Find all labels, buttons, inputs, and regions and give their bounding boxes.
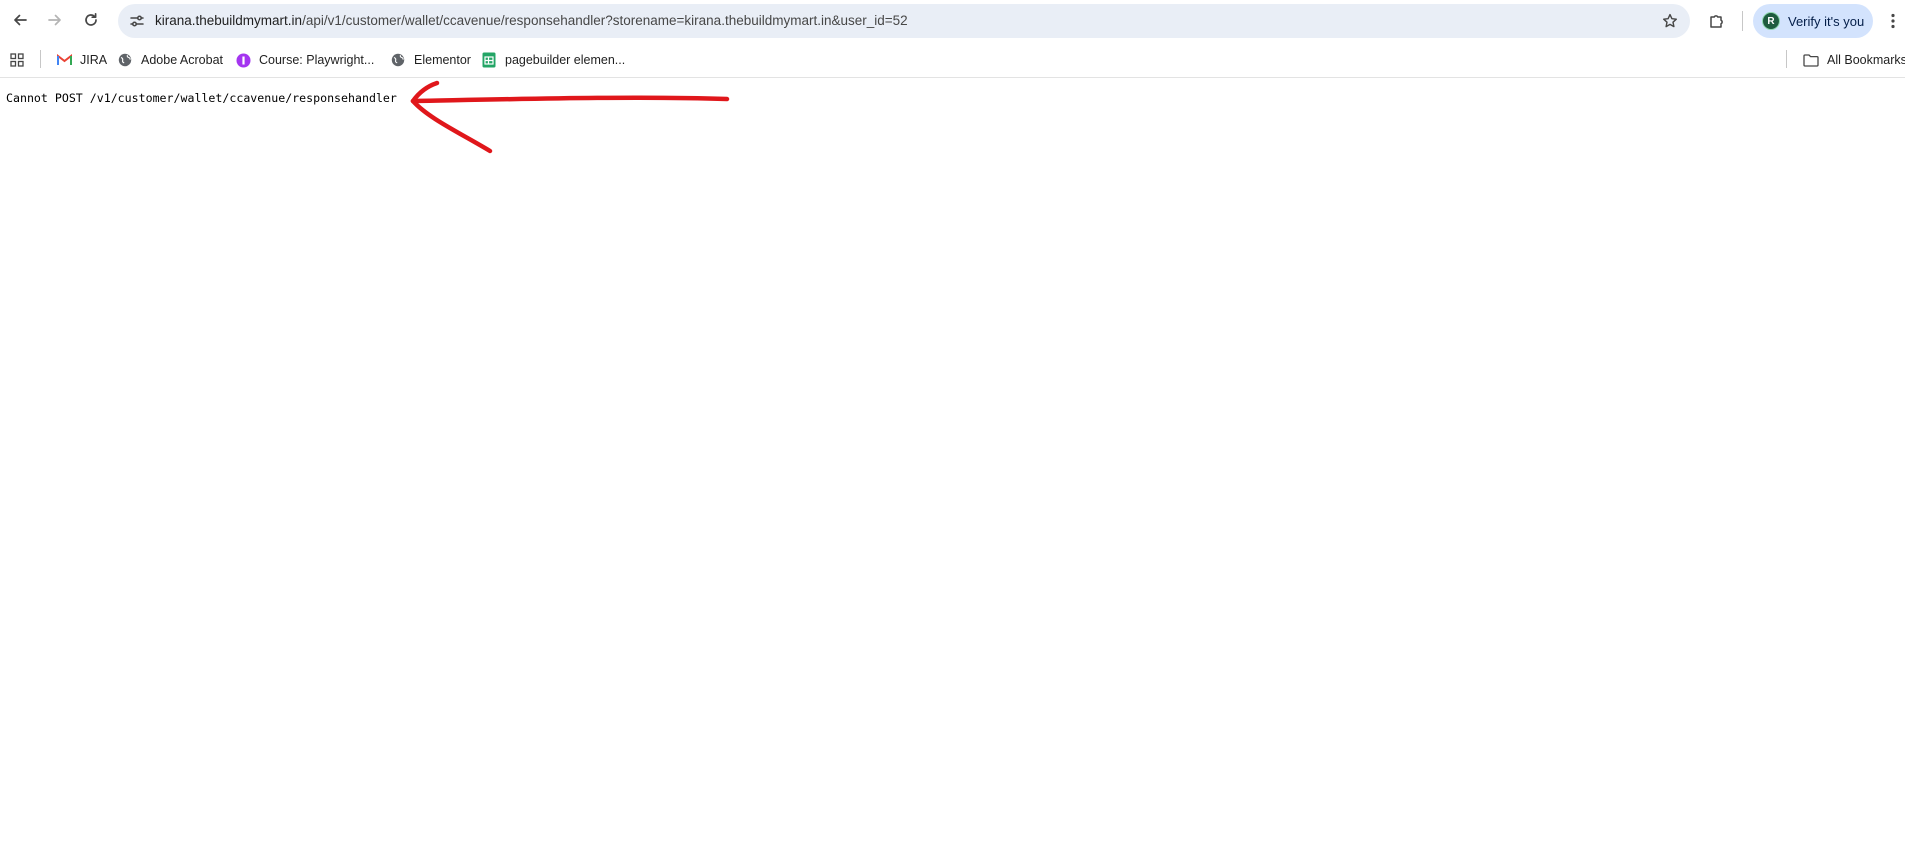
bookmark-adobe-acrobat[interactable]: Adobe Acrobat	[117, 48, 223, 72]
bookmarks-bar: JIRA Adobe Acrobat Course: Playwright...…	[0, 42, 1905, 78]
bookmark-label: Course: Playwright...	[259, 53, 375, 67]
address-bar[interactable]: kirana.thebuildmymart.in/api/v1/customer…	[118, 4, 1690, 38]
globe-icon	[390, 52, 406, 68]
bookmark-elementor[interactable]: Elementor	[390, 48, 471, 72]
reload-icon	[85, 12, 97, 26]
gmail-icon	[56, 52, 72, 68]
puzzle-icon	[1710, 15, 1723, 28]
bookmark-label: JIRA	[80, 53, 108, 67]
url-host: kirana.thebuildmymart.in	[155, 13, 303, 28]
bookmark-label: Elementor	[414, 53, 471, 67]
bookmarks-divider	[40, 50, 41, 68]
bookmark-course-playwright[interactable]: Course: Playwright...	[235, 48, 374, 72]
folder-icon	[1803, 52, 1819, 68]
course-icon	[235, 52, 251, 68]
globe-icon	[117, 52, 133, 68]
arrow-left-icon	[14, 14, 27, 26]
page-content: Cannot POST /v1/customer/wallet/ccavenue…	[0, 78, 1905, 844]
extensions-button[interactable]	[1702, 6, 1732, 36]
bookmark-star-button[interactable]	[1660, 11, 1680, 31]
reload-button[interactable]	[76, 5, 106, 35]
profile-label: Verify it's you	[1788, 13, 1865, 29]
bookmark-jira[interactable]: JIRA	[56, 48, 107, 72]
avatar: R	[1762, 12, 1780, 30]
url-path: /api/v1/customer/wallet/ccavenue/respons…	[302, 13, 908, 28]
back-button[interactable]	[5, 5, 35, 35]
apps-button[interactable]	[10, 48, 24, 72]
star-icon	[1663, 13, 1677, 28]
red-arrow-annotation	[410, 80, 730, 154]
url-text[interactable]: kirana.thebuildmymart.in/api/v1/customer…	[155, 4, 908, 38]
bookmark-label: pagebuilder elemen...	[505, 53, 626, 67]
apps-grid-icon	[10, 53, 24, 67]
arrow-right-icon	[48, 14, 61, 26]
profile-button[interactable]: R Verify it's you	[1753, 4, 1873, 38]
bookmark-label: Adobe Acrobat	[141, 53, 224, 67]
forward-button[interactable]	[40, 5, 70, 35]
bookmarks-divider	[1786, 50, 1787, 68]
toolbar-divider	[1742, 11, 1743, 31]
browser-toolbar: kirana.thebuildmymart.in/api/v1/customer…	[0, 0, 1905, 42]
sheets-icon	[481, 52, 497, 68]
kebab-menu-icon	[1891, 13, 1895, 29]
all-bookmarks-button[interactable]: All Bookmarks	[1803, 48, 1905, 72]
all-bookmarks-label: All Bookmarks	[1827, 53, 1905, 67]
bookmark-pagebuilder[interactable]: pagebuilder elemen...	[481, 48, 625, 72]
site-info-icon[interactable]	[128, 12, 146, 30]
browser-menu-button[interactable]	[1884, 6, 1902, 36]
